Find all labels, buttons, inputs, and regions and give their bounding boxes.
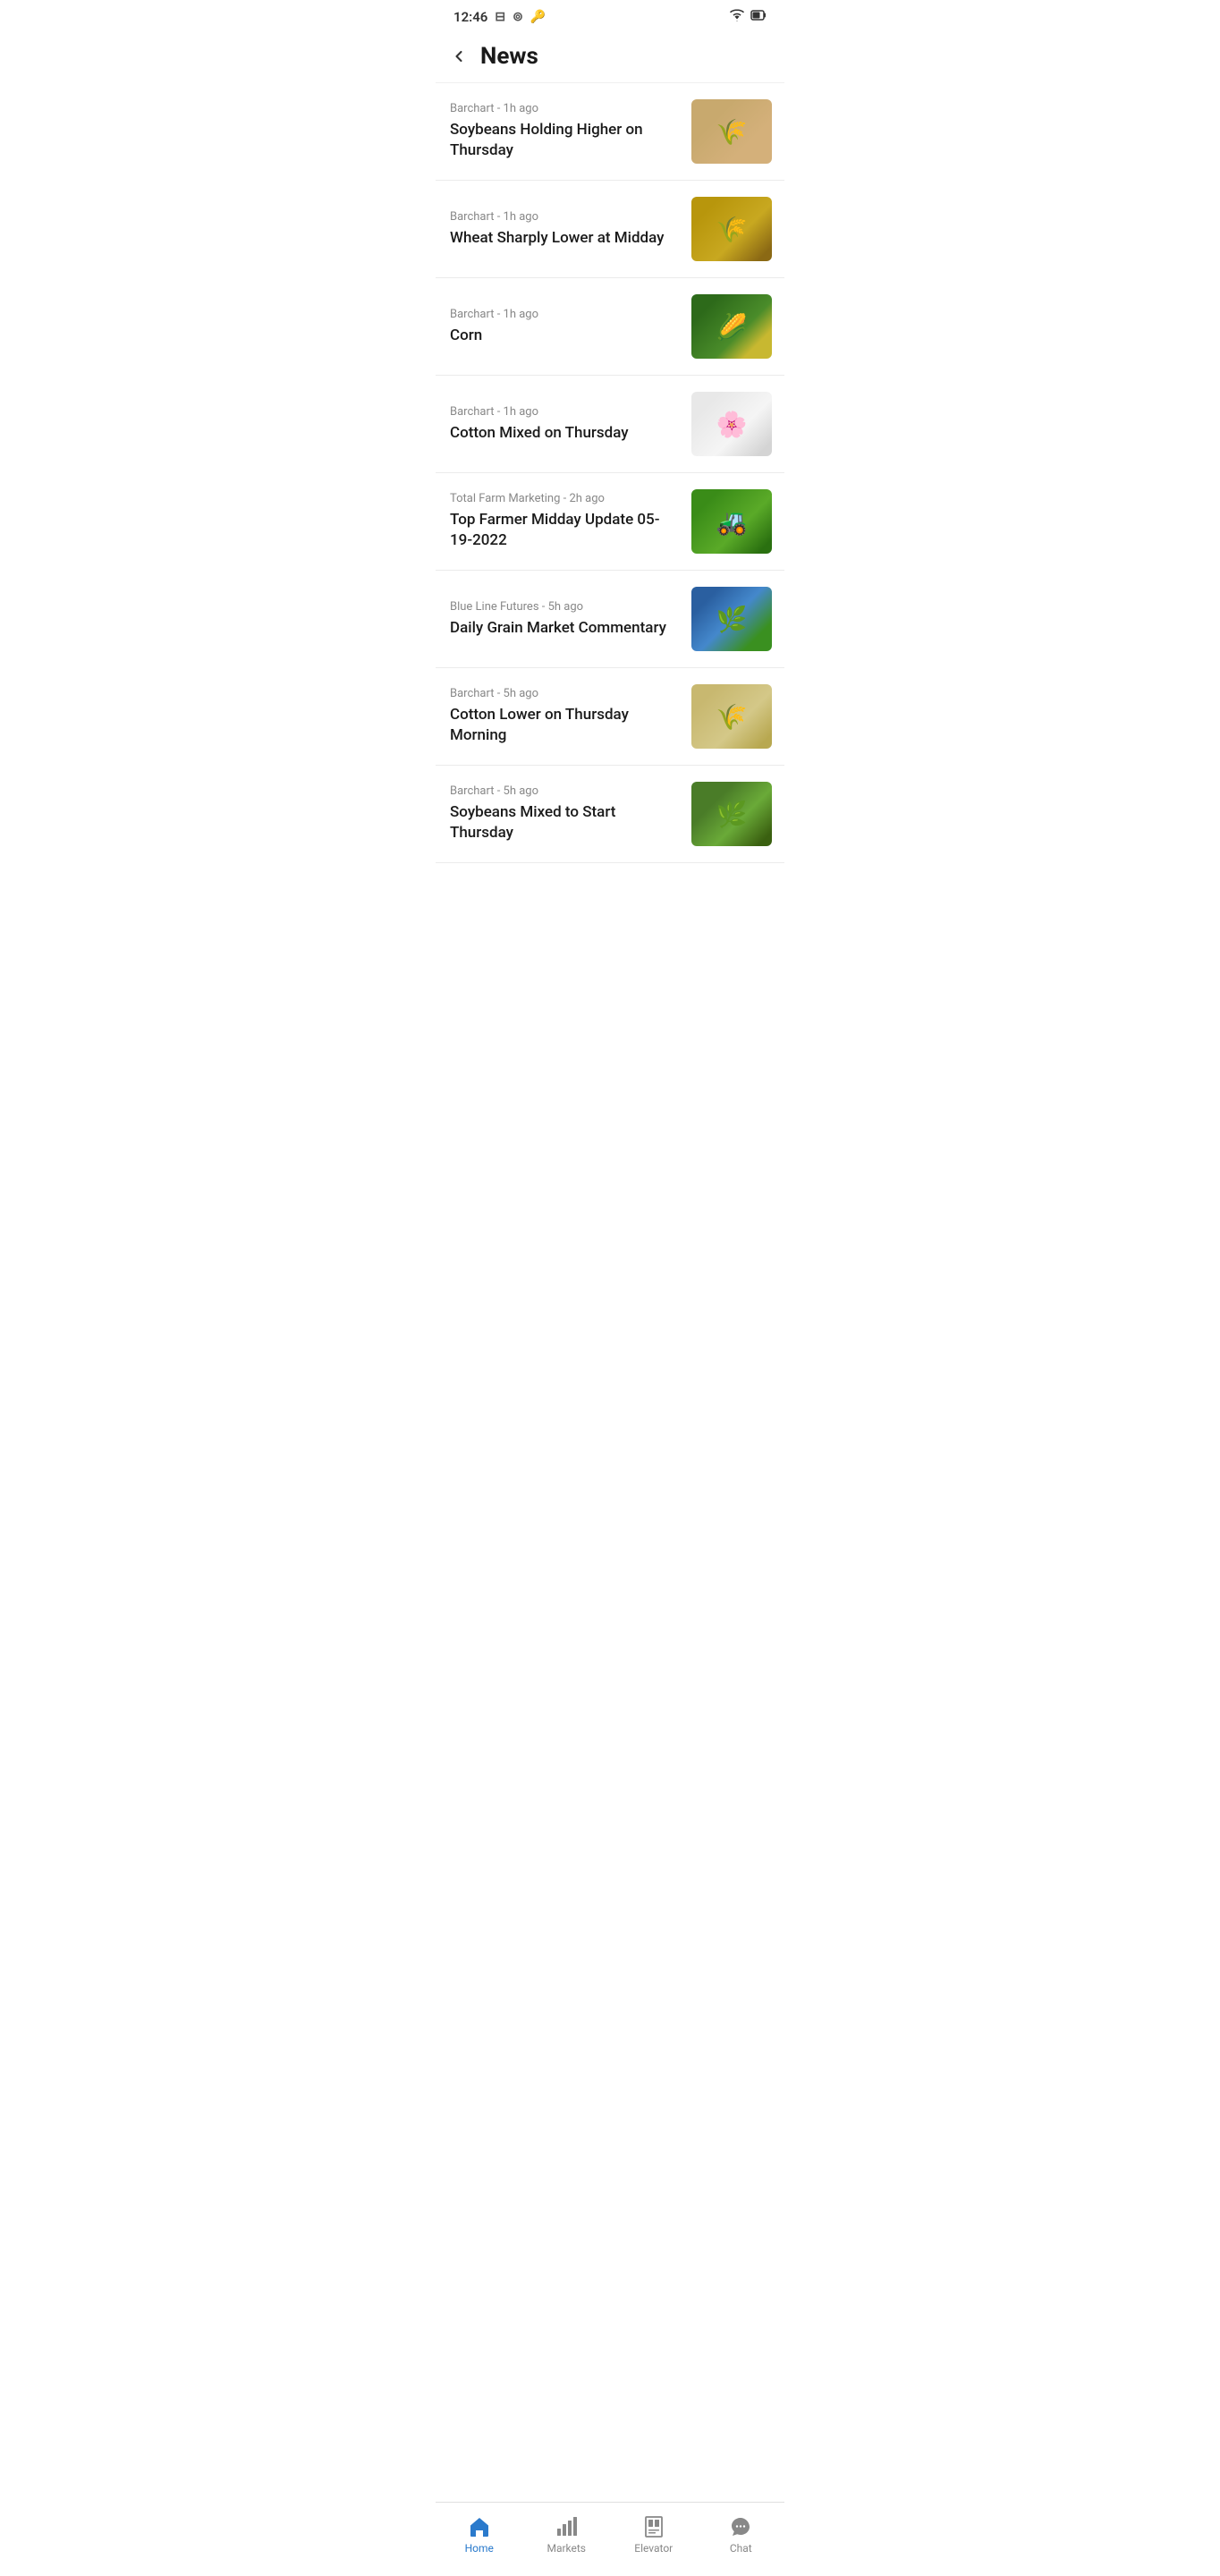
news-image-placeholder-3: 🌽 — [691, 294, 772, 359]
news-image-placeholder-4: 🌸 — [691, 392, 772, 456]
news-meta-3: Barchart - 1h ago — [450, 308, 679, 321]
news-title-2: Wheat Sharply Lower at Midday — [450, 228, 679, 249]
back-button[interactable] — [446, 44, 477, 69]
news-title-7: Cotton Lower on Thursday Morning — [450, 705, 679, 746]
news-item-1[interactable]: Barchart - 1h ago Soybeans Holding Highe… — [436, 83, 784, 181]
news-title-5: Top Farmer Midday Update 05-19-2022 — [450, 510, 679, 551]
markets-icon — [555, 2515, 578, 2538]
news-title-4: Cotton Mixed on Thursday — [450, 423, 679, 444]
news-item-5[interactable]: Total Farm Marketing - 2h ago Top Farmer… — [436, 473, 784, 571]
news-image-4: 🌸 — [691, 392, 772, 456]
news-image-placeholder-1: 🌾 — [691, 99, 772, 164]
news-item-8[interactable]: Barchart - 5h ago Soybeans Mixed to Star… — [436, 766, 784, 863]
bottom-navigation: Home Markets Elevator — [436, 2502, 784, 2576]
location-icon: ⊚ — [513, 10, 523, 24]
news-item-6[interactable]: Blue Line Futures - 5h ago Daily Grain M… — [436, 571, 784, 668]
news-image-placeholder-5: 🚜 — [691, 489, 772, 554]
key-icon: 🔑 — [530, 10, 546, 24]
news-image-8: 🌿 — [691, 782, 772, 846]
nav-chat[interactable]: Chat — [698, 2512, 785, 2558]
status-bar: 12:46 ⊟ ⊚ 🔑 — [436, 0, 784, 30]
nav-markets-label: Markets — [546, 2542, 586, 2555]
news-image-placeholder-2: 🌾 — [691, 197, 772, 261]
news-content-4: Barchart - 1h ago Cotton Mixed on Thursd… — [450, 405, 691, 444]
news-title-6: Daily Grain Market Commentary — [450, 618, 679, 639]
news-image-3: 🌽 — [691, 294, 772, 359]
nav-home-label: Home — [465, 2542, 494, 2555]
news-image-placeholder-8: 🌿 — [691, 782, 772, 846]
sim-icon: ⊟ — [495, 10, 505, 24]
nav-home[interactable]: Home — [436, 2512, 523, 2558]
news-content-1: Barchart - 1h ago Soybeans Holding Highe… — [450, 102, 691, 161]
battery-icon — [750, 9, 767, 25]
news-title-8: Soybeans Mixed to Start Thursday — [450, 802, 679, 843]
news-content-7: Barchart - 5h ago Cotton Lower on Thursd… — [450, 687, 691, 746]
news-image-1: 🌾 — [691, 99, 772, 164]
news-image-placeholder-7: 🌾 — [691, 684, 772, 749]
news-title-1: Soybeans Holding Higher on Thursday — [450, 120, 679, 161]
nav-elevator-label: Elevator — [634, 2542, 673, 2555]
page-header: News — [436, 30, 784, 83]
news-image-7: 🌾 — [691, 684, 772, 749]
elevator-icon — [642, 2515, 665, 2538]
news-image-placeholder-6: 🌿 — [691, 587, 772, 651]
news-item-2[interactable]: Barchart - 1h ago Wheat Sharply Lower at… — [436, 181, 784, 278]
nav-elevator[interactable]: Elevator — [610, 2512, 698, 2558]
news-item-4[interactable]: Barchart - 1h ago Cotton Mixed on Thursd… — [436, 376, 784, 473]
news-title-3: Corn — [450, 326, 679, 346]
news-content-5: Total Farm Marketing - 2h ago Top Farmer… — [450, 492, 691, 551]
nav-chat-label: Chat — [730, 2542, 752, 2555]
news-image-6: 🌿 — [691, 587, 772, 651]
news-meta-5: Total Farm Marketing - 2h ago — [450, 492, 679, 505]
news-item-3[interactable]: Barchart - 1h ago Corn 🌽 — [436, 278, 784, 376]
news-image-2: 🌾 — [691, 197, 772, 261]
news-meta-8: Barchart - 5h ago — [450, 784, 679, 798]
news-content-6: Blue Line Futures - 5h ago Daily Grain M… — [450, 600, 691, 639]
news-list: Barchart - 1h ago Soybeans Holding Highe… — [436, 83, 784, 953]
news-meta-6: Blue Line Futures - 5h ago — [450, 600, 679, 614]
news-meta-2: Barchart - 1h ago — [450, 210, 679, 224]
news-content-2: Barchart - 1h ago Wheat Sharply Lower at… — [450, 210, 691, 249]
news-content-3: Barchart - 1h ago Corn — [450, 308, 691, 346]
page-title: News — [480, 43, 538, 70]
nav-markets[interactable]: Markets — [523, 2512, 611, 2558]
news-content-8: Barchart - 5h ago Soybeans Mixed to Star… — [450, 784, 691, 843]
news-image-5: 🚜 — [691, 489, 772, 554]
news-meta-1: Barchart - 1h ago — [450, 102, 679, 115]
news-meta-4: Barchart - 1h ago — [450, 405, 679, 419]
home-icon — [468, 2515, 491, 2538]
news-meta-7: Barchart - 5h ago — [450, 687, 679, 700]
chat-icon — [729, 2515, 752, 2538]
status-time: 12:46 ⊟ ⊚ 🔑 — [453, 9, 546, 25]
wifi-icon — [729, 9, 745, 25]
news-item-7[interactable]: Barchart - 5h ago Cotton Lower on Thursd… — [436, 668, 784, 766]
status-right-icons — [729, 9, 767, 25]
